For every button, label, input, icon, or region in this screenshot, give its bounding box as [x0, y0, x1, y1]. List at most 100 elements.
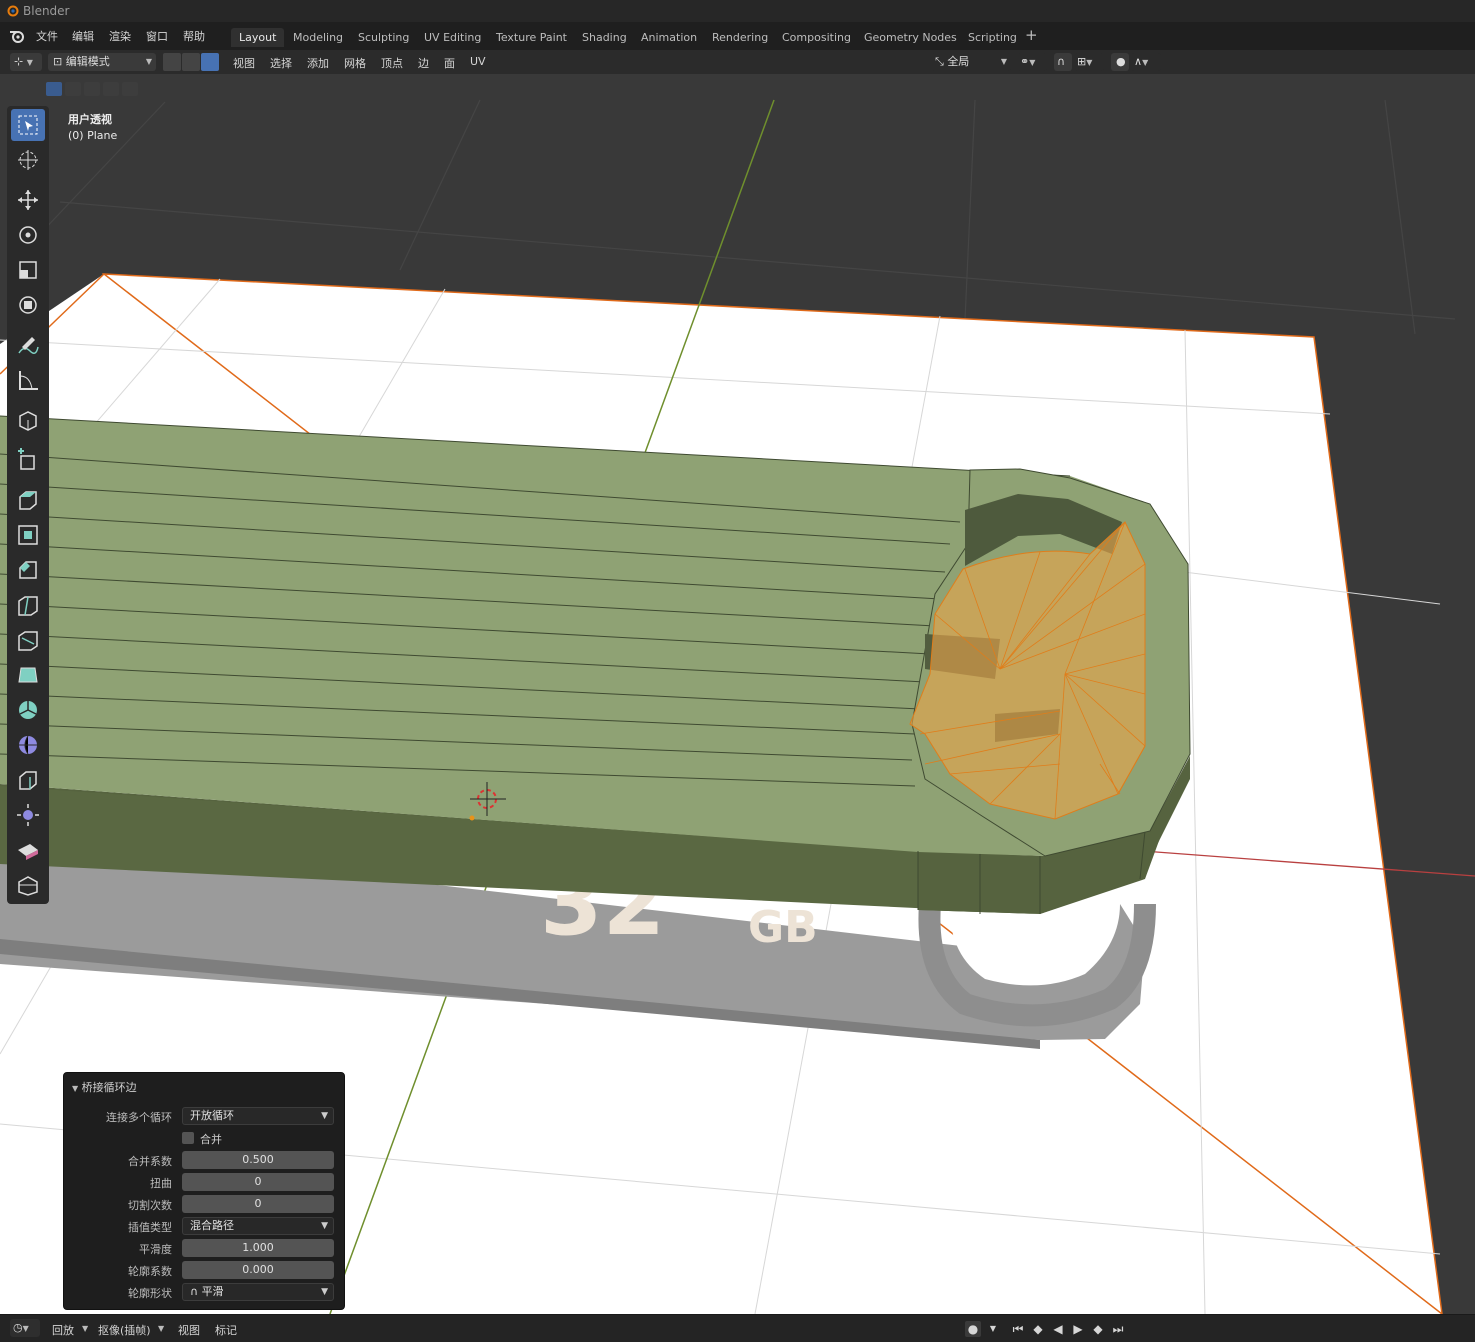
- header-menu-face[interactable]: 面: [444, 55, 455, 71]
- header-menu-vertex[interactable]: 顶点: [381, 55, 403, 71]
- timeline-menu-view[interactable]: 视图: [178, 1322, 200, 1338]
- record-icon[interactable]: ●: [965, 1321, 981, 1337]
- tool-extrude-region[interactable]: [11, 484, 45, 516]
- menu-window[interactable]: 窗口: [146, 28, 168, 44]
- menu-edit[interactable]: 编辑: [72, 28, 94, 44]
- tab-sculpting[interactable]: Sculpting: [350, 28, 417, 47]
- tool-rotate[interactable]: [11, 219, 45, 251]
- chevron-down-icon[interactable]: ▼: [985, 1321, 1001, 1337]
- connect-loops-dropdown[interactable]: 开放循环 ▼: [182, 1107, 334, 1125]
- tool-cursor[interactable]: [11, 144, 45, 176]
- interpolation-dropdown[interactable]: 混合路径 ▼: [182, 1217, 334, 1235]
- tool-bevel[interactable]: [11, 554, 45, 586]
- tool-poly-build[interactable]: [11, 659, 45, 691]
- select-subtract-icon[interactable]: [84, 82, 100, 96]
- add-workspace-icon[interactable]: +: [1025, 26, 1038, 44]
- transform-icon: [19, 296, 37, 314]
- proportional-edit-toggle[interactable]: ●: [1111, 53, 1129, 71]
- tool-scale[interactable]: [11, 254, 45, 286]
- tool-spin[interactable]: [11, 694, 45, 726]
- timeline-menu-playback[interactable]: 回放: [52, 1322, 74, 1338]
- tab-scripting[interactable]: Scripting: [960, 28, 1025, 47]
- operator-panel-bridge-edge-loops[interactable]: ▼ 桥接循环边 连接多个循环 开放循环 ▼ 合并 合并系数 0.500 扭曲 0…: [63, 1072, 345, 1310]
- editor-type-button[interactable]: ⊹ ▼: [10, 53, 42, 71]
- snap-target-button[interactable]: ⊞▼: [1074, 53, 1104, 71]
- tool-measure[interactable]: [11, 364, 45, 396]
- tool-add-cube[interactable]: [11, 404, 45, 436]
- tool-extrude[interactable]: [11, 444, 45, 476]
- blender-logo-icon: [7, 5, 19, 17]
- prev-keyframe-icon[interactable]: ◆: [1030, 1321, 1046, 1337]
- tool-loop-cut[interactable]: [11, 589, 45, 621]
- header-menu-select[interactable]: 选择: [270, 55, 292, 71]
- tab-uv-editing[interactable]: UV Editing: [416, 28, 489, 47]
- profile-shape-dropdown[interactable]: ∩ 平滑 ▼: [182, 1283, 334, 1301]
- number-of-cuts-field[interactable]: 0: [182, 1195, 334, 1213]
- tool-transform[interactable]: [11, 289, 45, 321]
- snap-toggle[interactable]: ∩: [1054, 53, 1072, 71]
- jump-start-icon[interactable]: ⏮: [1010, 1321, 1026, 1337]
- timeline-editor-type-button[interactable]: ◷▼: [10, 1319, 40, 1337]
- play-icon[interactable]: ▶: [1070, 1321, 1086, 1337]
- face-select-icon[interactable]: [201, 53, 219, 71]
- transform-orientation-dropdown[interactable]: ⤡ 全局 ▼: [931, 53, 1011, 71]
- play-reverse-icon[interactable]: ◀: [1050, 1321, 1066, 1337]
- cursor-icon: [18, 150, 38, 170]
- operator-panel-header[interactable]: ▼ 桥接循环边: [72, 1079, 137, 1095]
- tab-rendering[interactable]: Rendering: [704, 28, 776, 47]
- tab-layout[interactable]: Layout: [231, 28, 285, 47]
- tool-rip-region[interactable]: [11, 869, 45, 901]
- menu-help[interactable]: 帮助: [183, 28, 205, 44]
- tab-compositing[interactable]: Compositing: [774, 28, 859, 47]
- select-box-new-icon[interactable]: [46, 82, 62, 96]
- orientation-icon: ⤡: [935, 55, 944, 68]
- tab-modeling[interactable]: Modeling: [285, 28, 351, 47]
- profile-factor-field[interactable]: 0.000: [182, 1261, 334, 1279]
- menu-file[interactable]: 文件: [36, 28, 58, 44]
- tool-edge-slide[interactable]: [11, 764, 45, 796]
- tool-select-box[interactable]: [11, 109, 45, 141]
- edit-mode-icon: ⊡: [53, 55, 63, 68]
- tab-texture-paint[interactable]: Texture Paint: [488, 28, 575, 47]
- pivot-point-button[interactable]: ⚭▼: [1017, 53, 1047, 71]
- smoothness-field[interactable]: 1.000: [182, 1239, 334, 1257]
- rip-region-icon: [18, 876, 38, 896]
- header-menu-edge[interactable]: 边: [418, 55, 429, 71]
- next-keyframe-icon[interactable]: ◆: [1090, 1321, 1106, 1337]
- header-menu-view[interactable]: 视图: [233, 55, 255, 71]
- select-intersect-icon[interactable]: [122, 82, 138, 96]
- tab-animation[interactable]: Animation: [633, 28, 705, 47]
- falloff-button[interactable]: ∧▼: [1131, 53, 1161, 71]
- merge-checkbox[interactable]: [182, 1132, 194, 1144]
- timeline-menu-keying[interactable]: 抠像(插帧): [98, 1322, 151, 1338]
- tool-knife[interactable]: [11, 624, 45, 656]
- extrude-region-icon: [19, 491, 37, 510]
- tab-shading[interactable]: Shading: [574, 28, 635, 47]
- header-menu-mesh[interactable]: 网格: [344, 55, 366, 71]
- select-invert-icon[interactable]: [103, 82, 119, 96]
- blender-menu-icon[interactable]: [8, 28, 26, 44]
- tool-smooth[interactable]: [11, 729, 45, 761]
- twist-field[interactable]: 0: [182, 1173, 334, 1191]
- header-menu-uv[interactable]: UV: [470, 55, 486, 68]
- collapse-chevron-icon[interactable]: ▼: [72, 1084, 78, 1093]
- select-extend-icon[interactable]: [65, 82, 81, 96]
- inset-icon: [18, 525, 38, 545]
- merge-factor-field[interactable]: 0.500: [182, 1151, 334, 1169]
- tool-shear[interactable]: [11, 834, 45, 866]
- measure-icon: [19, 371, 38, 390]
- menu-render[interactable]: 渲染: [109, 28, 131, 44]
- timeline-menu-marker[interactable]: 标记: [215, 1322, 237, 1338]
- jump-end-icon[interactable]: ⏭: [1110, 1321, 1126, 1337]
- edge-select-icon[interactable]: [182, 53, 200, 71]
- mode-dropdown[interactable]: ⊡ 编辑模式 ▼: [48, 53, 156, 71]
- chevron-down-icon: ▼: [82, 1324, 89, 1333]
- tool-move[interactable]: [11, 184, 45, 216]
- header-menu-add[interactable]: 添加: [307, 55, 329, 71]
- vertex-select-icon[interactable]: [163, 53, 181, 71]
- rotate-icon: [19, 226, 37, 244]
- tool-annotate[interactable]: [11, 329, 45, 361]
- tool-shrink-fatten[interactable]: [11, 799, 45, 831]
- tool-inset[interactable]: [11, 519, 45, 551]
- tab-geometry-nodes[interactable]: Geometry Nodes: [856, 28, 965, 47]
